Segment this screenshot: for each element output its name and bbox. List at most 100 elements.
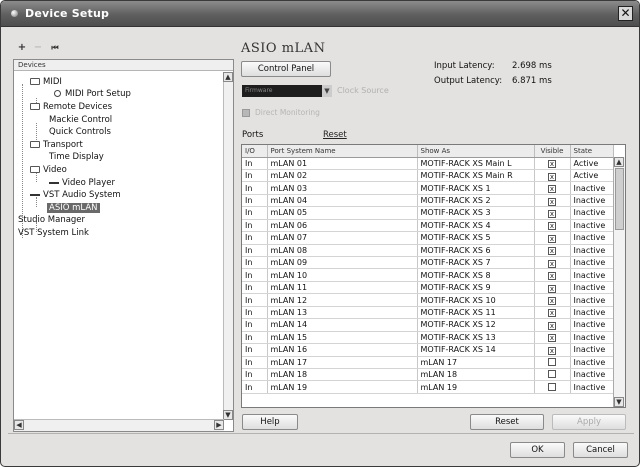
table-row[interactable]: In mLAN 19 mLAN 19 Inactive	[242, 380, 614, 394]
cell-visible[interactable]	[534, 368, 571, 382]
table-row[interactable]: In mLAN 10 MOTIF-RACK XS 8 x Inactive	[242, 268, 614, 282]
table-row[interactable]: In mLAN 15 MOTIF-RACK XS 13 x Inactive	[242, 331, 614, 345]
cell-show-as[interactable]: MOTIF-RACK XS 8	[417, 268, 535, 282]
scroll-thumb[interactable]	[615, 168, 624, 230]
visible-checkbox[interactable]	[548, 382, 556, 391]
cell-visible[interactable]: x	[534, 194, 571, 208]
visible-checkbox[interactable]: x	[548, 197, 556, 206]
cell-show-as[interactable]: MOTIF-RACK XS 11	[417, 306, 535, 320]
tree-item-mackie-control[interactable]: Mackie Control	[49, 114, 112, 126]
cell-visible[interactable]: x	[534, 206, 571, 220]
visible-checkbox[interactable]: x	[548, 334, 556, 343]
column-io[interactable]: I/O	[242, 145, 268, 158]
title-bar[interactable]: Device Setup ✕	[1, 1, 639, 27]
cell-show-as[interactable]: MOTIF-RACK XS 9	[417, 281, 535, 295]
cell-visible[interactable]: x	[534, 231, 571, 245]
cell-show-as[interactable]: mLAN 19	[417, 380, 535, 394]
visible-checkbox[interactable]: x	[548, 160, 556, 169]
column-show-as[interactable]: Show As	[417, 145, 535, 158]
table-row[interactable]: In mLAN 09 MOTIF-RACK XS 7 x Inactive	[242, 256, 614, 270]
cell-show-as[interactable]: mLAN 17	[417, 356, 535, 369]
visible-checkbox[interactable]: x	[548, 247, 556, 256]
visible-checkbox[interactable]	[548, 370, 556, 379]
cancel-button[interactable]: Cancel	[573, 442, 628, 458]
visible-checkbox[interactable]: x	[548, 321, 556, 330]
cell-visible[interactable]: x	[534, 343, 571, 357]
tree-item-time-display[interactable]: Time Display	[49, 151, 104, 163]
scroll-left-icon[interactable]: ◀	[14, 420, 24, 430]
apply-button[interactable]: Apply	[552, 414, 626, 430]
cell-visible[interactable]: x	[534, 244, 571, 258]
visible-checkbox[interactable]	[548, 357, 556, 366]
cell-visible[interactable]: x	[534, 157, 571, 170]
close-button[interactable]: ✕	[618, 6, 633, 21]
cell-show-as[interactable]: MOTIF-RACK XS 12	[417, 318, 535, 332]
cell-show-as[interactable]: MOTIF-RACK XS 6	[417, 244, 535, 258]
scroll-up-icon[interactable]: ▲	[614, 157, 624, 167]
table-row[interactable]: In mLAN 12 MOTIF-RACK XS 10 x Inactive	[242, 293, 614, 307]
cell-visible[interactable]: x	[534, 331, 571, 345]
tree-item-quick-controls[interactable]: Quick Controls	[49, 126, 111, 138]
cell-visible[interactable]: x	[534, 306, 571, 320]
column-state[interactable]: State	[570, 145, 614, 158]
tree-item-midi-port-setup[interactable]: MIDI Port Setup	[54, 88, 131, 100]
visible-checkbox[interactable]: x	[548, 172, 556, 181]
visible-checkbox[interactable]: x	[548, 234, 556, 243]
visible-checkbox[interactable]: x	[548, 309, 556, 318]
cell-show-as[interactable]: MOTIF-RACK XS 2	[417, 194, 535, 208]
cell-show-as[interactable]: mLAN 18	[417, 368, 535, 382]
tree-item-video[interactable]: Video	[30, 164, 67, 176]
table-row[interactable]: In mLAN 18 mLAN 18 Inactive	[242, 368, 614, 382]
cell-visible[interactable]: x	[534, 181, 571, 195]
scroll-down-icon[interactable]: ▼	[614, 397, 624, 407]
reset-device-button[interactable]: ⏮	[48, 41, 62, 55]
visible-checkbox[interactable]: x	[548, 259, 556, 268]
visible-checkbox[interactable]: x	[548, 209, 556, 218]
table-row[interactable]: In mLAN 07 MOTIF-RACK XS 5 x Inactive	[242, 231, 614, 245]
cell-show-as[interactable]: MOTIF-RACK XS 10	[417, 293, 535, 307]
tree-item-asio-mlan[interactable]: ASIO mLAN	[47, 202, 100, 214]
table-row[interactable]: In mLAN 13 MOTIF-RACK XS 11 x Inactive	[242, 306, 614, 320]
cell-show-as[interactable]: MOTIF-RACK XS 4	[417, 219, 535, 233]
cell-visible[interactable]	[534, 356, 571, 369]
help-button[interactable]: Help	[242, 414, 298, 430]
table-row[interactable]: In mLAN 04 MOTIF-RACK XS 2 x Inactive	[242, 194, 614, 208]
tree-item-studio-manager[interactable]: Studio Manager	[18, 214, 85, 226]
reset-button[interactable]: Reset	[470, 414, 544, 430]
cell-show-as[interactable]: MOTIF-RACK XS 13	[417, 331, 535, 345]
tree-item-transport[interactable]: Transport	[30, 139, 83, 151]
ok-button[interactable]: OK	[510, 442, 565, 458]
visible-checkbox[interactable]: x	[548, 346, 556, 355]
cell-show-as[interactable]: MOTIF-RACK XS Main R	[417, 169, 535, 183]
tree-item-vst-system-link[interactable]: VST System Link	[18, 227, 89, 239]
cell-show-as[interactable]: MOTIF-RACK XS 14	[417, 343, 535, 357]
cell-show-as[interactable]: MOTIF-RACK XS Main L	[417, 157, 535, 170]
visible-checkbox[interactable]: x	[548, 297, 556, 306]
table-row[interactable]: In mLAN 17 mLAN 17 Inactive	[242, 356, 614, 369]
ports-reset-link[interactable]: Reset	[323, 130, 347, 140]
table-row[interactable]: In mLAN 01 MOTIF-RACK XS Main L x Active	[242, 157, 614, 170]
column-port-system-name[interactable]: Port System Name	[267, 145, 418, 158]
add-device-button[interactable]: +	[15, 41, 29, 55]
scroll-right-icon[interactable]: ▶	[214, 420, 224, 430]
tree-item-midi[interactable]: MIDI	[30, 76, 62, 88]
table-row[interactable]: In mLAN 05 MOTIF-RACK XS 3 x Inactive	[242, 206, 614, 220]
cell-show-as[interactable]: MOTIF-RACK XS 7	[417, 256, 535, 270]
cell-visible[interactable]: x	[534, 318, 571, 332]
direct-monitoring-checkbox[interactable]	[242, 109, 250, 117]
control-panel-button[interactable]: Control Panel	[241, 61, 331, 77]
table-row[interactable]: In mLAN 06 MOTIF-RACK XS 4 x Inactive	[242, 219, 614, 233]
table-vertical-scrollbar[interactable]: ▲ ▼	[613, 157, 625, 407]
table-row[interactable]: In mLAN 14 MOTIF-RACK XS 12 x Inactive	[242, 318, 614, 332]
table-row[interactable]: In mLAN 08 MOTIF-RACK XS 6 x Inactive	[242, 244, 614, 258]
table-row[interactable]: In mLAN 16 MOTIF-RACK XS 14 x Inactive	[242, 343, 614, 357]
cell-show-as[interactable]: MOTIF-RACK XS 3	[417, 206, 535, 220]
scroll-down-icon[interactable]: ▼	[223, 410, 233, 420]
clock-source-select[interactable]: Firmware ▼	[242, 85, 332, 97]
cell-show-as[interactable]: MOTIF-RACK XS 1	[417, 181, 535, 195]
cell-visible[interactable]: x	[534, 268, 571, 282]
table-row[interactable]: In mLAN 03 MOTIF-RACK XS 1 x Inactive	[242, 181, 614, 195]
column-visible[interactable]: Visible	[534, 145, 571, 158]
cell-show-as[interactable]: MOTIF-RACK XS 5	[417, 231, 535, 245]
cell-visible[interactable]: x	[534, 169, 571, 183]
